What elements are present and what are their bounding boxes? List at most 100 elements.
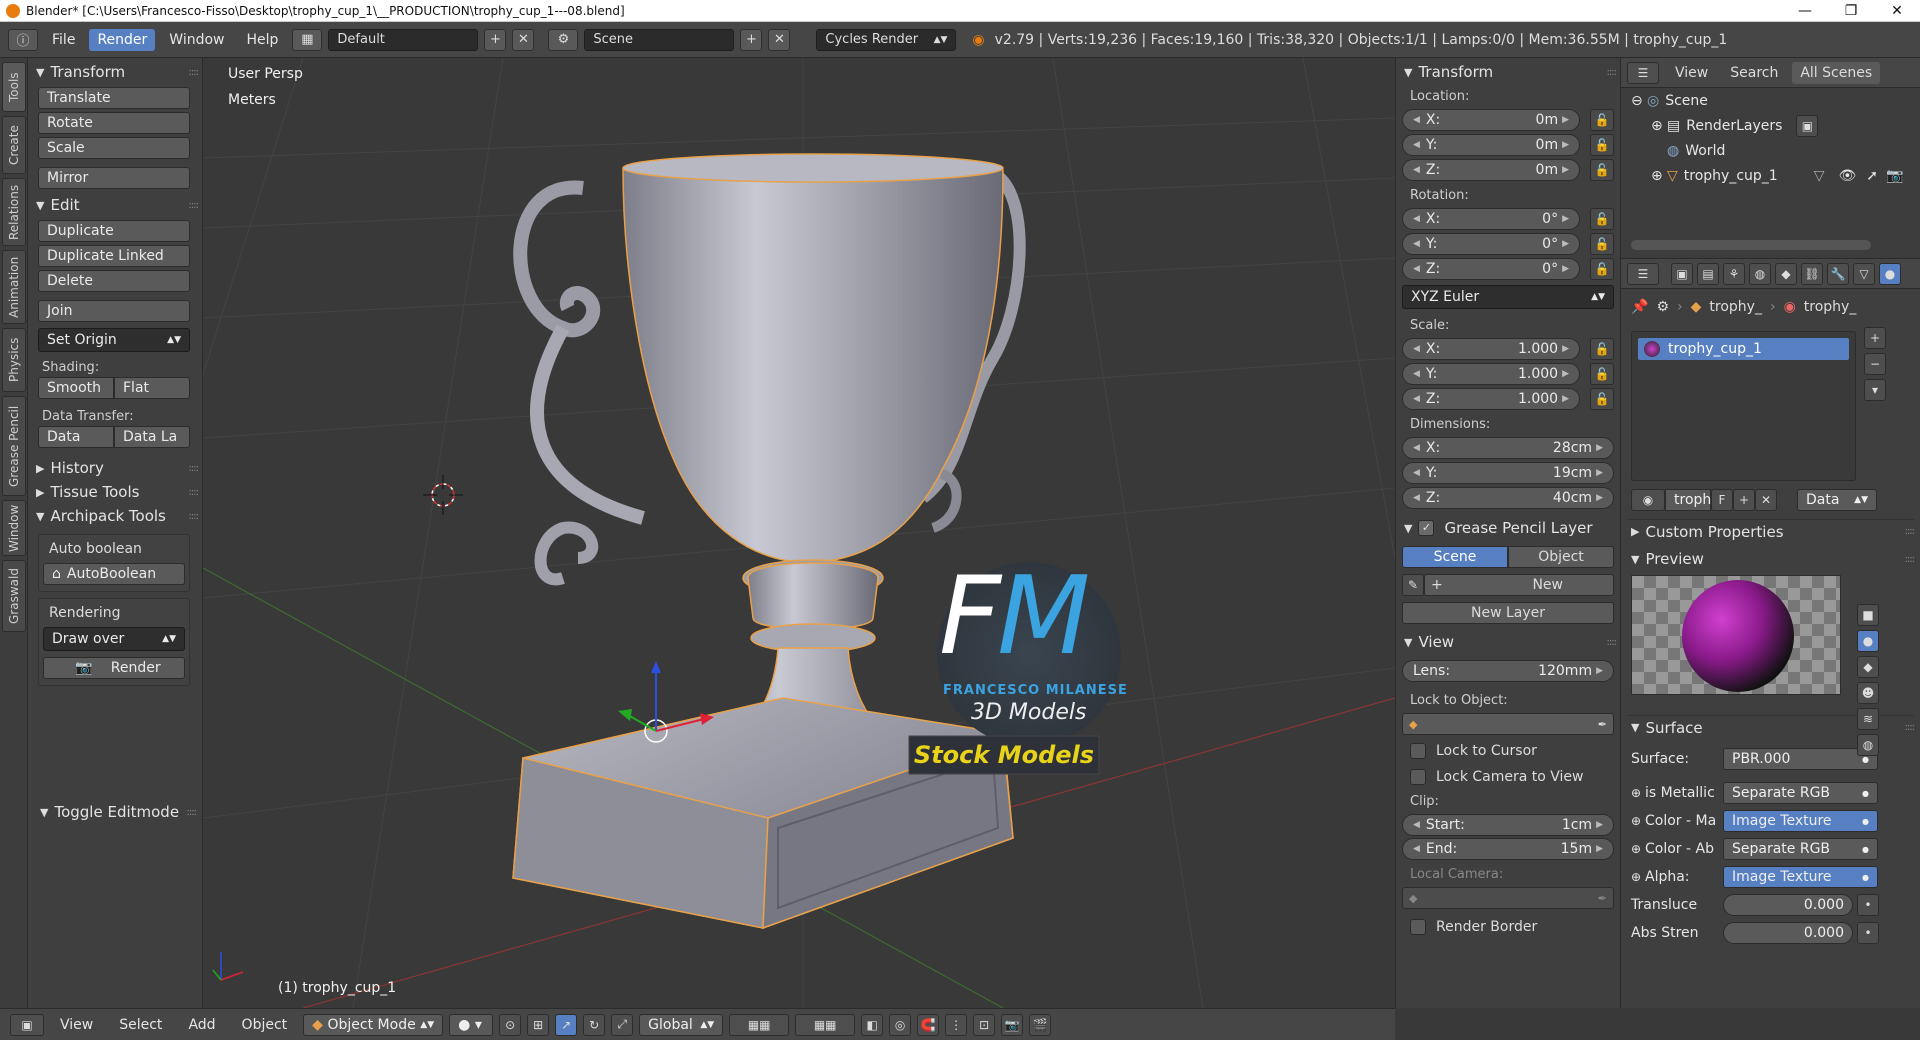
scale-y-field[interactable]: ◀ Y: 1.000 ▶ bbox=[1402, 363, 1580, 385]
location-lock-icon[interactable]: 🔓 bbox=[1590, 109, 1614, 131]
increment-arrow-icon[interactable]: ▶ bbox=[1562, 115, 1569, 125]
tab-grease-pencil[interactable]: Grease Pencil bbox=[2, 396, 26, 496]
increment-arrow-icon[interactable]: ▶ bbox=[1596, 468, 1603, 478]
increment-arrow-icon[interactable]: ▶ bbox=[1596, 666, 1603, 676]
scene-tab-icon[interactable]: ⚘ bbox=[1723, 262, 1745, 285]
tab-graswald[interactable]: Graswald bbox=[2, 560, 26, 632]
surface-input-dropdown[interactable]: Image Texture ● bbox=[1723, 866, 1878, 888]
rotation-y-field[interactable]: ◀ Y: 0° ▶ bbox=[1402, 233, 1580, 255]
data-layout-button[interactable]: Data La bbox=[114, 426, 190, 448]
fake-user-button[interactable]: F bbox=[1711, 489, 1733, 511]
expand-input-icon[interactable]: ⊕ bbox=[1631, 786, 1645, 800]
increment-arrow-icon[interactable]: ▶ bbox=[1596, 443, 1603, 453]
decrement-arrow-icon[interactable]: ◀ bbox=[1413, 115, 1420, 125]
pivot-point-icon[interactable]: ⊙ bbox=[499, 1013, 522, 1036]
rotation-z-field[interactable]: ◀ Z: 0° ▶ bbox=[1402, 258, 1580, 280]
minimize-button[interactable]: — bbox=[1782, 0, 1828, 22]
drag-grip-icon[interactable]: :::: bbox=[1607, 67, 1618, 78]
world-tab-icon[interactable]: ◍ bbox=[1749, 262, 1771, 285]
location-lock-icon[interactable]: 🔓 bbox=[1590, 159, 1614, 181]
opengl-render-icon[interactable]: 📷 bbox=[1001, 1013, 1024, 1036]
rotation-lock-icon[interactable]: 🔓 bbox=[1590, 208, 1614, 230]
mode-dropdown[interactable]: ◆ Object Mode ▲▼ bbox=[303, 1013, 444, 1036]
screen-layout-field[interactable]: Default bbox=[328, 28, 479, 51]
view-panel-header[interactable]: ▼ View:::: bbox=[1400, 630, 1617, 654]
drag-grip-icon[interactable]: :::: bbox=[1905, 554, 1916, 565]
select-menu[interactable]: Select bbox=[109, 1017, 172, 1033]
dimensions-x-field[interactable]: ◀ X: 28cm ▶ bbox=[1402, 437, 1614, 459]
material-name-field[interactable]: troph bbox=[1665, 489, 1711, 511]
increment-arrow-icon[interactable]: ▶ bbox=[1562, 394, 1569, 404]
increment-arrow-icon[interactable]: ▶ bbox=[1562, 369, 1569, 379]
scale-z-field[interactable]: ◀ Z: 1.000 ▶ bbox=[1402, 388, 1580, 410]
lock-camera-checkbox[interactable] bbox=[1410, 769, 1426, 785]
expand-input-icon[interactable]: ⊕ bbox=[1631, 842, 1645, 856]
drag-grip-icon[interactable]: :::: bbox=[189, 487, 200, 498]
selectable-arrow-icon[interactable]: ➚ bbox=[1866, 168, 1878, 184]
drag-grip-icon[interactable]: :::: bbox=[189, 511, 200, 522]
outliner-object-row[interactable]: ⊕ ▽ trophy_cup_1 ▽ 👁 ➚ 📷 bbox=[1621, 163, 1920, 188]
properties-editor-type-icon[interactable]: ☰ bbox=[1627, 262, 1659, 285]
decrement-arrow-icon[interactable]: ◀ bbox=[1413, 820, 1420, 830]
view-menu[interactable]: View bbox=[50, 1017, 103, 1033]
3d-viewport[interactable]: User Persp Meters (1) trophy_cup_1 FM FR… bbox=[203, 58, 1395, 1008]
location-z-field[interactable]: ◀ Z: 0m ▶ bbox=[1402, 159, 1580, 181]
pin-icon[interactable]: 📌 bbox=[1631, 299, 1648, 315]
material-tab-icon[interactable]: ● bbox=[1879, 262, 1901, 285]
add-slot-icon[interactable]: + bbox=[1864, 327, 1886, 349]
data-transfer-button[interactable]: Data bbox=[38, 426, 114, 448]
tissue-tools-panel-header[interactable]: ▶ Tissue Tools:::: bbox=[32, 480, 200, 504]
scale-lock-icon[interactable]: 🔓 bbox=[1590, 363, 1614, 385]
rotate-manipulator-icon[interactable]: ↻ bbox=[583, 1013, 606, 1036]
draw-over-dropdown[interactable]: Draw over ▲▼ bbox=[43, 627, 185, 651]
material-slot-list[interactable]: trophy_cup_1 bbox=[1631, 331, 1856, 481]
layout-grid-icon[interactable]: ▦ bbox=[292, 28, 323, 51]
manipulator-toggle-icon[interactable]: ⊞ bbox=[527, 1013, 550, 1036]
increment-arrow-icon[interactable]: ▶ bbox=[1562, 344, 1569, 354]
gp-new-layer-button[interactable]: New Layer bbox=[1402, 602, 1614, 624]
preview-sphere-icon[interactable]: ● bbox=[1857, 630, 1879, 652]
preview-flat-icon[interactable]: ■ bbox=[1857, 604, 1879, 626]
constraints-tab-icon[interactable]: ⛓ bbox=[1801, 262, 1823, 285]
layers-grid-icon[interactable]: ▦▦ bbox=[729, 1013, 790, 1036]
increment-arrow-icon[interactable]: ▶ bbox=[1562, 264, 1569, 274]
drag-grip-icon[interactable]: :::: bbox=[187, 807, 198, 818]
dimensions-z-field[interactable]: ◀ Z: 40cm ▶ bbox=[1402, 487, 1614, 509]
decrement-arrow-icon[interactable]: ◀ bbox=[1413, 468, 1420, 478]
render-layers-tab-icon[interactable]: ▤ bbox=[1697, 262, 1719, 285]
translate-button[interactable]: Translate bbox=[38, 87, 190, 109]
set-origin-dropdown[interactable]: Set Origin ▲▼ bbox=[38, 328, 190, 352]
data-tab-icon[interactable]: ▽ bbox=[1853, 262, 1875, 285]
clip-start-field[interactable]: ◀ Start: 1cm ▶ bbox=[1402, 814, 1614, 836]
socket-link-icon[interactable]: • bbox=[1857, 894, 1879, 916]
mirror-button[interactable]: Mirror bbox=[38, 167, 190, 189]
outliner-renderlayers-row[interactable]: ⊕ ▤ RenderLayers ▣ bbox=[1621, 113, 1920, 138]
npanel-transform-header[interactable]: ▼ Transform:::: bbox=[1400, 60, 1618, 84]
autoboolean-button[interactable]: ⌂ AutoBoolean bbox=[43, 563, 185, 585]
menu-file[interactable]: File bbox=[44, 29, 83, 51]
preview-cube-icon[interactable]: ◆ bbox=[1857, 656, 1879, 678]
lock-to-cursor-option[interactable]: Lock to Cursor bbox=[1400, 737, 1616, 765]
tab-physics[interactable]: Physics bbox=[2, 328, 26, 392]
delete-button[interactable]: Delete bbox=[38, 270, 190, 292]
gp-object-toggle[interactable]: Object bbox=[1508, 546, 1614, 568]
remove-slot-icon[interactable]: − bbox=[1864, 353, 1886, 375]
link-data-dropdown[interactable]: Data ▲▼ bbox=[1797, 489, 1877, 511]
slot-menu-icon[interactable]: ▾ bbox=[1864, 379, 1886, 401]
tab-animation[interactable]: Animation bbox=[2, 250, 26, 324]
custom-properties-header[interactable]: ▶ Custom Properties:::: bbox=[1627, 519, 1915, 543]
rotate-button[interactable]: Rotate bbox=[38, 112, 190, 134]
snap-target-icon[interactable]: ⊡ bbox=[973, 1013, 996, 1036]
toggle-editmode-header[interactable]: ▼ Toggle Editmode:::: bbox=[36, 800, 198, 824]
drag-grip-icon[interactable]: :::: bbox=[189, 200, 200, 211]
render-border-checkbox[interactable] bbox=[1410, 919, 1426, 935]
decrement-arrow-icon[interactable]: ◀ bbox=[1413, 264, 1420, 274]
surface-input-dropdown[interactable]: Separate RGB ● bbox=[1723, 838, 1878, 860]
remove-scene-icon[interactable]: ✕ bbox=[768, 28, 791, 51]
render-tab-icon[interactable]: ▣ bbox=[1671, 262, 1693, 285]
add-layout-icon[interactable]: + bbox=[484, 28, 507, 51]
render-layer-lock-icon[interactable]: ◧ bbox=[861, 1013, 884, 1036]
decrement-arrow-icon[interactable]: ◀ bbox=[1413, 165, 1420, 175]
increment-arrow-icon[interactable]: ▶ bbox=[1562, 165, 1569, 175]
lock-camera-option[interactable]: Lock Camera to View bbox=[1400, 765, 1616, 789]
